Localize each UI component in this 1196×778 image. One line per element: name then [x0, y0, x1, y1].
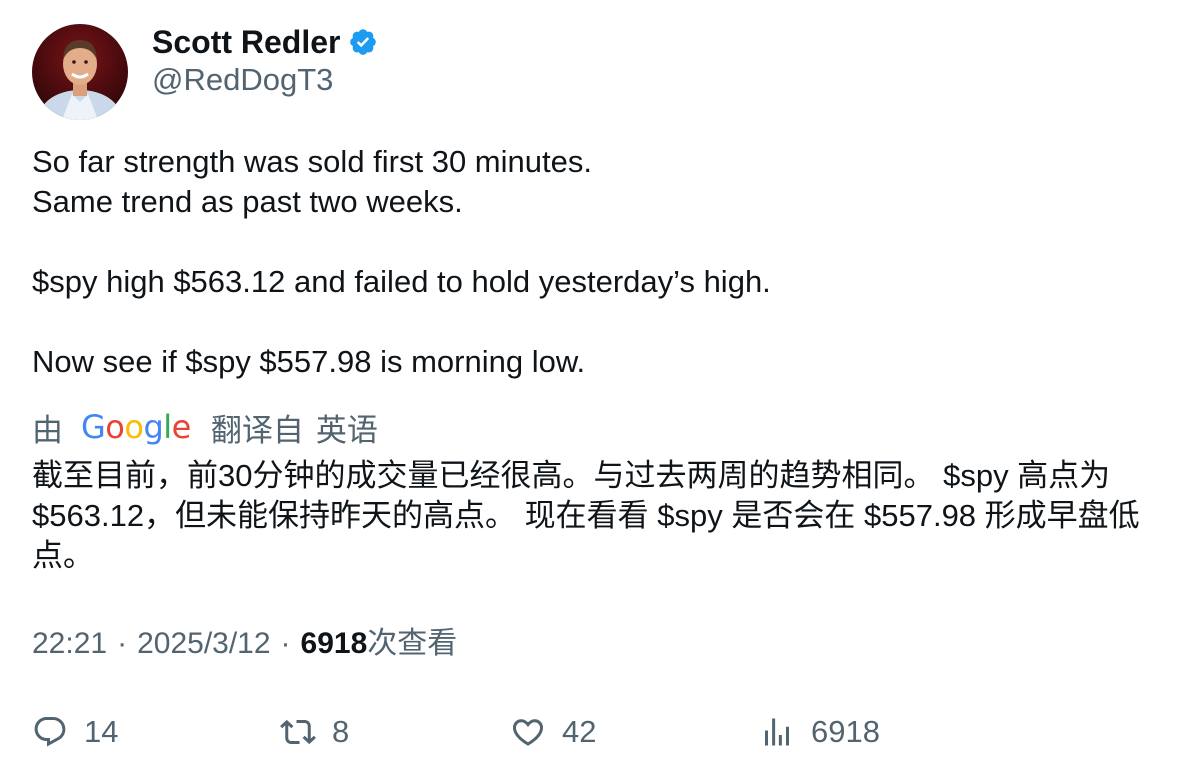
retweet-button[interactable]: 8: [280, 710, 349, 754]
source-language: 英语: [315, 412, 378, 448]
views-count: 6918: [300, 627, 368, 660]
translation-attribution: 由 Google 翻译自 英语: [32, 406, 378, 448]
action-bar: 14 8 42 6918: [32, 710, 1162, 754]
reply-icon: [34, 717, 66, 747]
views-action-count: 6918: [811, 714, 880, 749]
views-label: 次查看: [367, 627, 458, 660]
tweet-text: So far strength was sold first 30 minute…: [32, 142, 1162, 382]
meta-separator: ·: [280, 627, 291, 660]
avatar[interactable]: [32, 24, 128, 120]
tweet-line: Same trend as past two weeks.: [32, 184, 463, 219]
tweet-line: $spy high $563.12 and failed to hold yes…: [32, 264, 771, 299]
reply-button[interactable]: 14: [32, 710, 118, 754]
user-handle[interactable]: @RedDogT3: [152, 62, 333, 98]
tweet-blank-line: [32, 222, 1162, 262]
translated-text: 截至目前，前30分钟的成交量已经很高。与过去两周的趋势相同。 $spy 高点为 …: [32, 458, 1140, 573]
verified-badge-icon: [348, 27, 378, 57]
tweet-blank-line: [32, 302, 1162, 342]
meta-separator: ·: [117, 627, 128, 660]
views-button[interactable]: 6918: [759, 710, 880, 754]
google-logo[interactable]: Google: [81, 408, 191, 446]
translated-from-label: 翻译自: [210, 412, 304, 448]
display-name[interactable]: Scott Redler: [152, 24, 340, 61]
tweet-time[interactable]: 22:21: [32, 624, 107, 664]
profile-photo: [32, 24, 128, 120]
tweet-line: Now see if $spy $557.98 is morning low.: [32, 344, 586, 379]
translated-by-label: 由: [32, 412, 63, 448]
retweet-icon: [280, 719, 316, 745]
tweet-meta: 22:21 · 2025/3/12 · 6918 次查看: [32, 624, 457, 664]
tweet-date[interactable]: 2025/3/12: [137, 624, 270, 664]
analytics-icon: [765, 718, 789, 746]
tweet-line: So far strength was sold first 30 minute…: [32, 144, 592, 179]
like-button[interactable]: 42: [510, 710, 596, 754]
retweet-count: 8: [332, 714, 350, 749]
author-name-row: Scott Redler: [152, 22, 378, 62]
like-count: 42: [562, 714, 597, 749]
tweet-card: Scott Redler @RedDogT3 So far strength w…: [0, 0, 1196, 778]
reply-count: 14: [84, 714, 119, 749]
heart-icon: [512, 719, 544, 746]
